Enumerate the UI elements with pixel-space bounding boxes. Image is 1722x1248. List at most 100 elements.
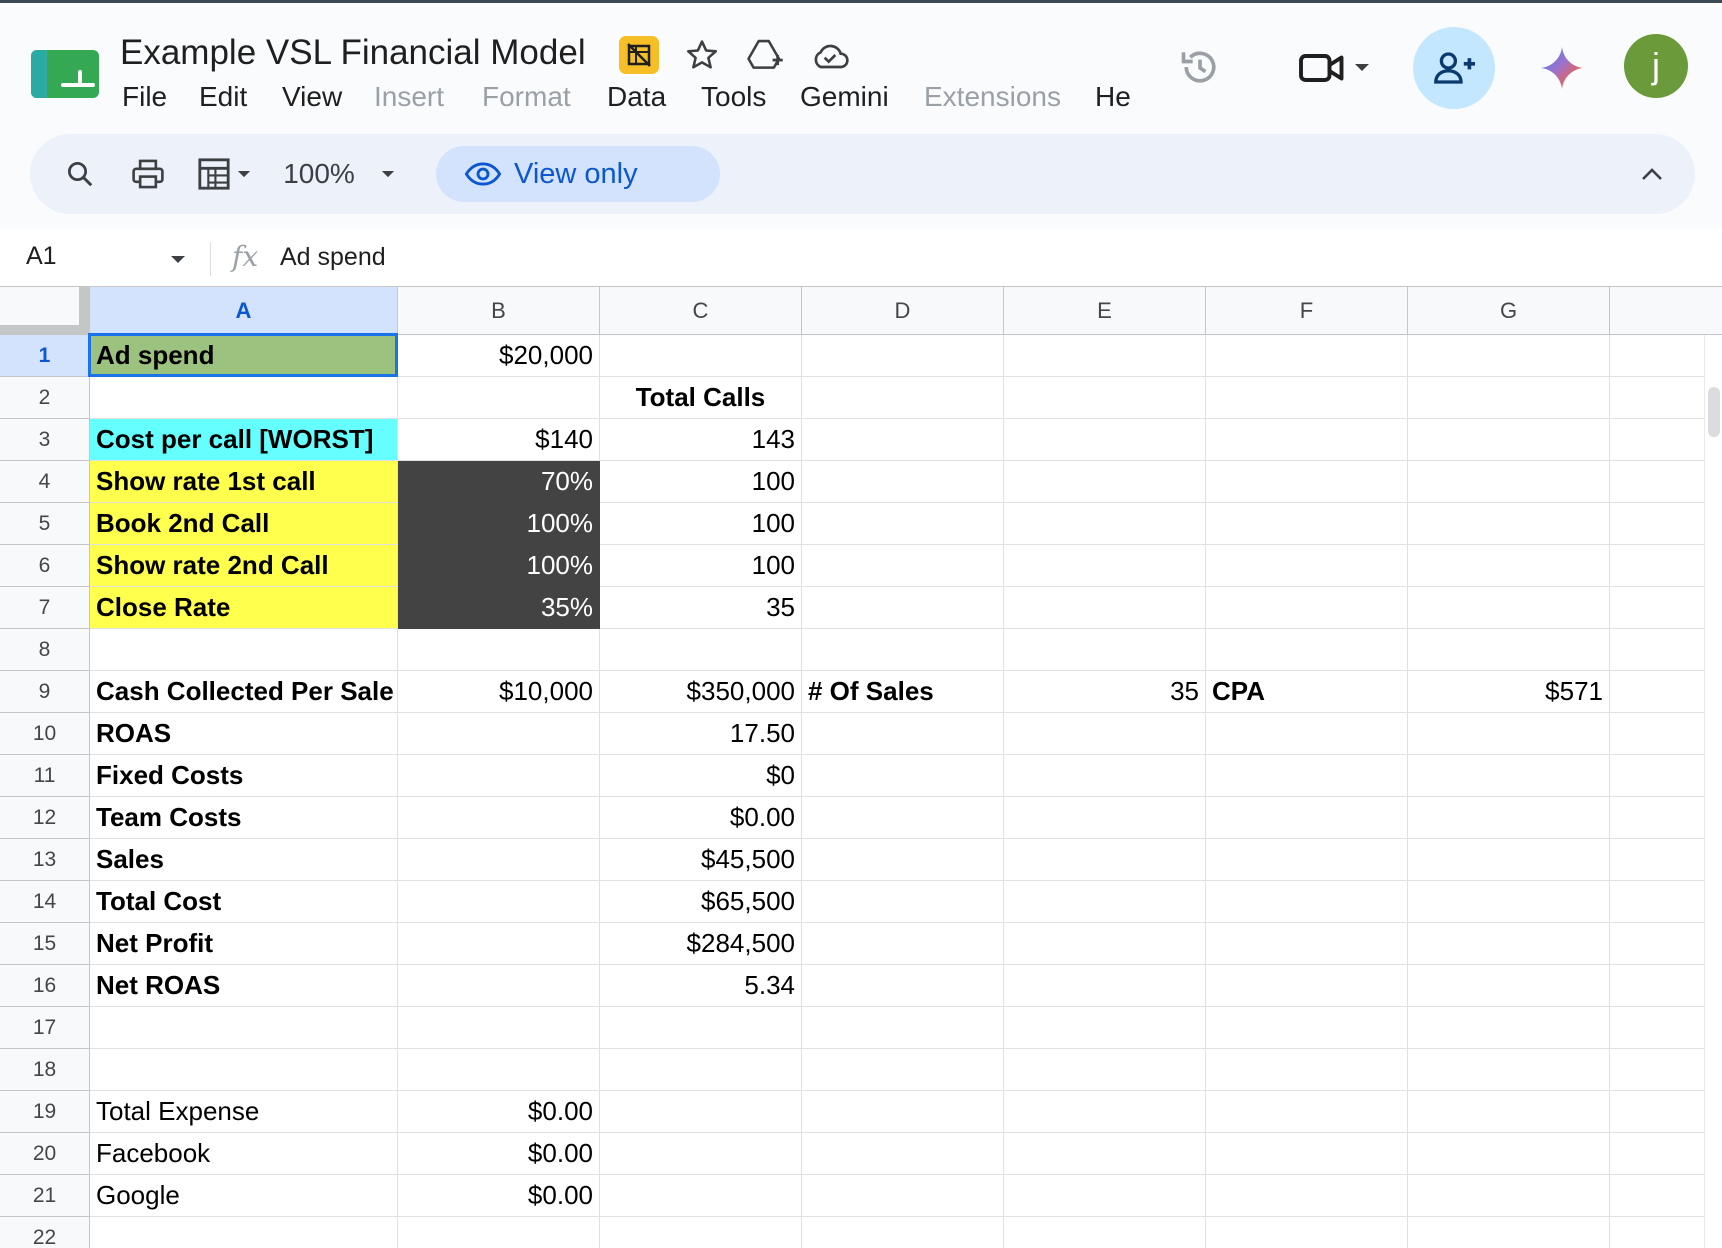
cell-d1[interactable] (802, 335, 1004, 377)
row-header-3[interactable]: 3 (0, 419, 90, 461)
cell-b6[interactable]: 100% (398, 545, 600, 587)
cell-c9[interactable]: $350,000 (600, 671, 802, 713)
row-header-8[interactable]: 8 (0, 629, 90, 671)
scrollbar-thumb[interactable] (1708, 387, 1720, 437)
row-header-6[interactable]: 6 (0, 545, 90, 587)
column-header-a[interactable]: A (90, 287, 398, 335)
cell-e14[interactable] (1004, 881, 1206, 923)
cell-b7[interactable]: 35% (398, 587, 600, 629)
cell-b11[interactable] (398, 755, 600, 797)
cell-d10[interactable] (802, 713, 1004, 755)
cell-e8[interactable] (1004, 629, 1206, 671)
cell-b12[interactable] (398, 797, 600, 839)
column-header-d[interactable]: D (802, 287, 1004, 335)
cell-d20[interactable] (802, 1133, 1004, 1175)
cell-f7[interactable] (1206, 587, 1408, 629)
cell-c17[interactable] (600, 1007, 802, 1049)
cell-f16[interactable] (1206, 965, 1408, 1007)
row-header-14[interactable]: 14 (0, 881, 90, 923)
cell-g18[interactable] (1408, 1049, 1610, 1091)
cell-b8[interactable] (398, 629, 600, 671)
cell-f3[interactable] (1206, 419, 1408, 461)
cell-a5[interactable]: Book 2nd Call (90, 503, 398, 545)
row-header-11[interactable]: 11 (0, 755, 90, 797)
cell-a3[interactable]: Cost per call [WORST] (90, 419, 398, 461)
cell-b14[interactable] (398, 881, 600, 923)
cell-e9[interactable]: 35 (1004, 671, 1206, 713)
cell-e17[interactable] (1004, 1007, 1206, 1049)
cell-b5[interactable]: 100% (398, 503, 600, 545)
cell-a20[interactable]: Facebook (90, 1133, 398, 1175)
cell-d4[interactable] (802, 461, 1004, 503)
cell-f22[interactable] (1206, 1217, 1408, 1248)
cell-g7[interactable] (1408, 587, 1610, 629)
cell-g17[interactable] (1408, 1007, 1610, 1049)
cell-e4[interactable] (1004, 461, 1206, 503)
cell-d16[interactable] (802, 965, 1004, 1007)
zoom-select[interactable]: 100% (274, 150, 404, 198)
print-icon[interactable] (126, 152, 170, 196)
menu-format[interactable]: Format (482, 81, 571, 113)
cell-f2[interactable] (1206, 377, 1408, 419)
cell-d6[interactable] (802, 545, 1004, 587)
cell-d17[interactable] (802, 1007, 1004, 1049)
cell-c2[interactable]: Total Calls (600, 377, 802, 419)
cell-g13[interactable] (1408, 839, 1610, 881)
cell-c7[interactable]: 35 (600, 587, 802, 629)
cell-e15[interactable] (1004, 923, 1206, 965)
cell-b17[interactable] (398, 1007, 600, 1049)
name-box[interactable]: A1 (26, 242, 57, 271)
cell-a8[interactable] (90, 629, 398, 671)
menu-gemini[interactable]: Gemini (800, 81, 889, 113)
cell-d12[interactable] (802, 797, 1004, 839)
cell-f21[interactable] (1206, 1175, 1408, 1217)
cell-f9[interactable]: CPA (1206, 671, 1408, 713)
cell-a18[interactable] (90, 1049, 398, 1091)
menu-tools[interactable]: Tools (701, 81, 766, 113)
cell-g5[interactable] (1408, 503, 1610, 545)
cell-c21[interactable] (600, 1175, 802, 1217)
search-menus-icon[interactable] (58, 152, 102, 196)
cell-c14[interactable]: $65,500 (600, 881, 802, 923)
share-button[interactable] (1413, 27, 1495, 109)
cell-g2[interactable] (1408, 377, 1610, 419)
row-header-18[interactable]: 18 (0, 1049, 90, 1091)
cell-e19[interactable] (1004, 1091, 1206, 1133)
row-header-9[interactable]: 9 (0, 671, 90, 713)
cell-b22[interactable] (398, 1217, 600, 1248)
row-header-12[interactable]: 12 (0, 797, 90, 839)
cell-a9[interactable]: Cash Collected Per Sale (90, 671, 398, 713)
cell-b20[interactable]: $0.00 (398, 1133, 600, 1175)
cell-d14[interactable] (802, 881, 1004, 923)
cell-g1[interactable] (1408, 335, 1610, 377)
cell-e2[interactable] (1004, 377, 1206, 419)
row-header-19[interactable]: 19 (0, 1091, 90, 1133)
cell-e16[interactable] (1004, 965, 1206, 1007)
cell-c1[interactable] (600, 335, 802, 377)
cell-f17[interactable] (1206, 1007, 1408, 1049)
cell-b15[interactable] (398, 923, 600, 965)
cell-g19[interactable] (1408, 1091, 1610, 1133)
cell-d13[interactable] (802, 839, 1004, 881)
cell-f14[interactable] (1206, 881, 1408, 923)
cell-b21[interactable]: $0.00 (398, 1175, 600, 1217)
cell-b19[interactable]: $0.00 (398, 1091, 600, 1133)
cell-e12[interactable] (1004, 797, 1206, 839)
document-title[interactable]: Example VSL Financial Model (120, 33, 586, 73)
cell-g14[interactable] (1408, 881, 1610, 923)
cell-g6[interactable] (1408, 545, 1610, 587)
cell-b3[interactable]: $140 (398, 419, 600, 461)
menu-data[interactable]: Data (607, 81, 666, 113)
cell-e20[interactable] (1004, 1133, 1206, 1175)
cell-f8[interactable] (1206, 629, 1408, 671)
cell-g10[interactable] (1408, 713, 1610, 755)
row-header-17[interactable]: 17 (0, 1007, 90, 1049)
cell-a4[interactable]: Show rate 1st call (90, 461, 398, 503)
cell-e18[interactable] (1004, 1049, 1206, 1091)
cell-e10[interactable] (1004, 713, 1206, 755)
cell-d5[interactable] (802, 503, 1004, 545)
cell-d11[interactable] (802, 755, 1004, 797)
formula-input[interactable]: Ad spend (280, 243, 386, 272)
cell-c18[interactable] (600, 1049, 802, 1091)
cell-e22[interactable] (1004, 1217, 1206, 1248)
